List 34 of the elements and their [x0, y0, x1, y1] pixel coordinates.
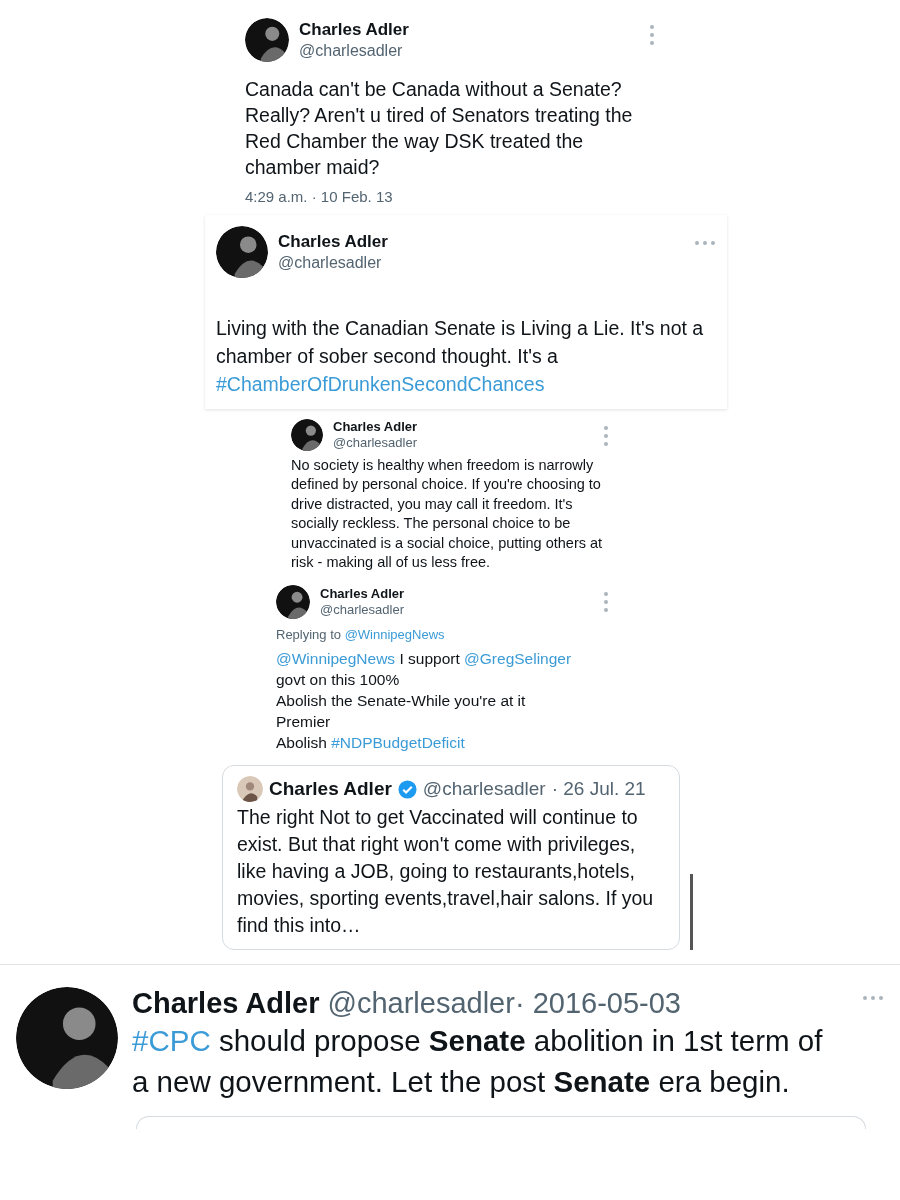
avatar — [245, 18, 289, 62]
author-name[interactable]: Charles Adler — [132, 987, 320, 1021]
user-handle[interactable]: @charlesadler — [333, 435, 418, 452]
post-text: Living with the Canadian Senate is Living a Lie. It's not a chamber of sober second thought. It's a #ChamberOfDrunkenSecondChances — [216, 316, 705, 397]
user-handle[interactable]: @charlesadler — [320, 602, 405, 619]
avatar — [216, 226, 268, 278]
replying-to-text: Replying to @WinnipegNews — [276, 627, 446, 643]
post-text: Canada can't be Canada without a Senate? Really? Aren't u tired of Senators treating the Red Chamber the way DSK treated the chamber maid? — [245, 77, 634, 180]
user-handle[interactable]: @charlesadler — [299, 40, 409, 61]
avatar — [276, 585, 310, 620]
user-handle[interactable]: @charlesadler — [327, 987, 515, 1021]
quoted-post-card[interactable] — [222, 765, 680, 951]
more-options-icon[interactable] — [862, 995, 884, 1002]
user-handle[interactable]: @charlesadler — [422, 778, 546, 801]
author-name[interactable]: Charles Adler — [320, 585, 405, 603]
post-text: The right Not to get Vaccinated will continue to exist. But that right won't come with privileges, like having a JOB, going to restaurants,hotels, movies, sporting events,travel,hair salons. If you find this into… — [237, 805, 655, 939]
post-date: · 2016-05-03 — [514, 987, 681, 1021]
post-text: @WinnipegNews I support @GregSelinger govt on this 100% Abolish the Senate-While you're at it Premier Abolish #NDPBudgetDeficit — [276, 649, 573, 754]
more-options-icon[interactable] — [603, 425, 609, 447]
post-text: #CPC should propose Senate abolition in 1st term of a new government. Let the post Senate era begin. — [132, 1023, 824, 1101]
more-options-icon[interactable] — [649, 24, 655, 46]
author-name[interactable]: Charles Adler — [278, 231, 388, 253]
author-name[interactable]: Charles Adler — [333, 419, 418, 436]
post-text: No society is healthy when freedom is narrowly defined by personal choice. If you're choosing to drive distracted, you may call it freedom. It's socially reckless. The personal choice to be unvaccinated is a social choice, putting others at risk - making all of us less free. — [291, 455, 604, 573]
post-date: · 26 Jul. 21 — [551, 778, 646, 801]
avatar — [291, 419, 323, 452]
more-options-icon[interactable] — [694, 240, 716, 246]
avatar — [237, 776, 263, 803]
user-handle[interactable]: @charlesadler — [278, 252, 388, 273]
scrollbar[interactable] — [690, 874, 693, 951]
more-options-icon[interactable] — [603, 591, 609, 614]
author-name[interactable]: Charles Adler — [299, 19, 409, 41]
author-name[interactable]: Charles Adler — [269, 778, 392, 801]
timestamp: 4:29 a.m. · 10 Feb. 13 — [245, 188, 394, 205]
